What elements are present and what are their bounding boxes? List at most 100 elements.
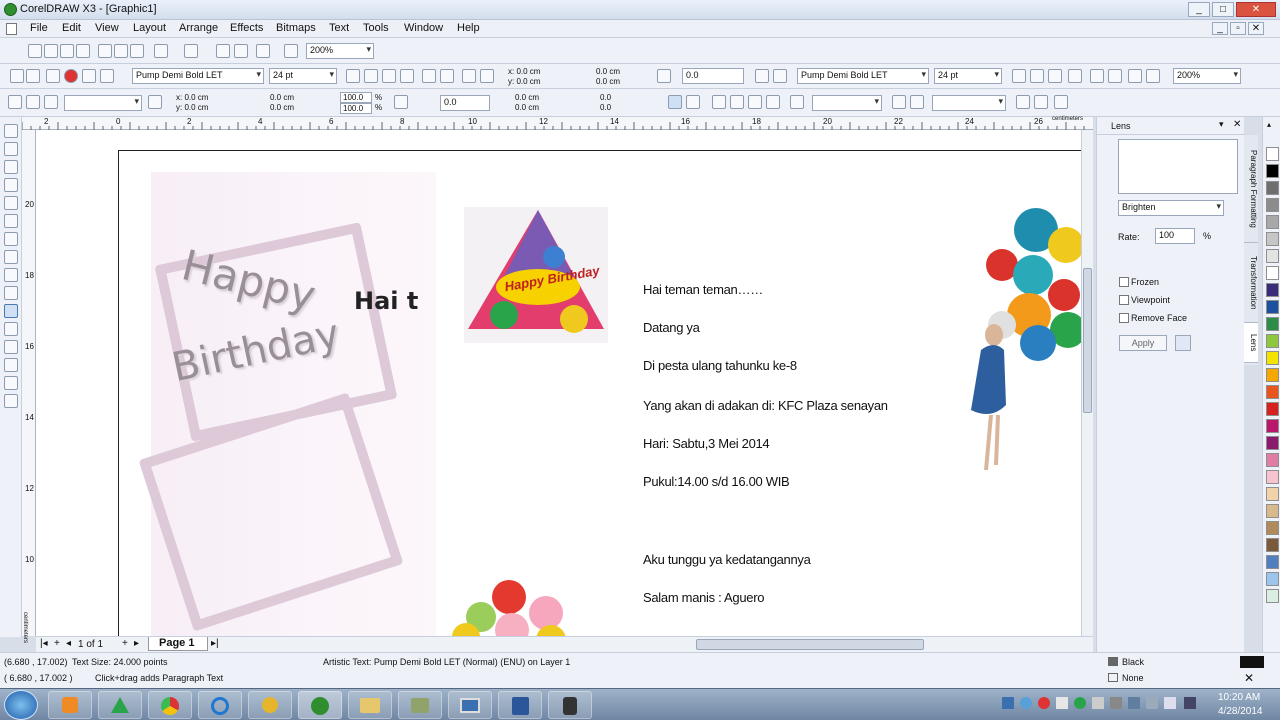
outline-icon[interactable] bbox=[686, 95, 700, 109]
last-page-button[interactable]: ▸| bbox=[211, 638, 219, 649]
coreldraw-app-icon[interactable] bbox=[4, 3, 17, 16]
font-size-select-2[interactable]: 24 pt bbox=[934, 68, 1002, 84]
color-swatch[interactable] bbox=[1266, 419, 1279, 433]
balloon-cluster-image[interactable] bbox=[446, 575, 576, 636]
lock-scale-icon[interactable] bbox=[394, 95, 408, 109]
italic-icon[interactable] bbox=[364, 69, 378, 83]
taskbar-chrome[interactable] bbox=[148, 691, 192, 719]
color-swatch[interactable] bbox=[1266, 266, 1279, 280]
taskbar-media-player[interactable] bbox=[48, 691, 92, 719]
lock-icon[interactable] bbox=[1175, 335, 1191, 351]
application-launcher-icon[interactable] bbox=[256, 44, 270, 58]
wireframe-icon[interactable] bbox=[668, 95, 682, 109]
invitation-line[interactable]: Hai teman teman…… bbox=[643, 282, 763, 297]
color-swatch[interactable] bbox=[1266, 589, 1279, 603]
tray-icon[interactable] bbox=[1074, 697, 1086, 709]
redo-icon[interactable] bbox=[184, 44, 198, 58]
doc-minimize-button[interactable]: _ bbox=[1212, 22, 1228, 35]
taskbar-explorer[interactable] bbox=[348, 691, 392, 719]
color-swatch[interactable] bbox=[1266, 334, 1279, 348]
apply-button[interactable]: Apply bbox=[1119, 335, 1167, 351]
color-swatch[interactable] bbox=[1266, 249, 1279, 263]
ellipse-tool-icon[interactable] bbox=[4, 250, 18, 264]
undo-icon[interactable] bbox=[154, 44, 168, 58]
invitation-line[interactable]: Di pesta ulang tahunku ke-8 bbox=[643, 358, 797, 373]
font-list-select[interactable]: Pump Demi Bold LET bbox=[132, 68, 264, 84]
mirror-h-icon[interactable] bbox=[755, 69, 769, 83]
freehand-tool-icon[interactable] bbox=[4, 196, 18, 210]
network-icon[interactable] bbox=[1128, 697, 1140, 709]
edit-icon[interactable] bbox=[46, 69, 60, 83]
zoom-tool-icon[interactable] bbox=[4, 178, 18, 192]
menu-file[interactable]: File bbox=[30, 22, 48, 34]
close-button[interactable]: ✕ bbox=[1236, 2, 1276, 17]
menu-view[interactable]: View bbox=[95, 22, 119, 34]
paste-icon[interactable] bbox=[130, 44, 144, 58]
to-back-icon[interactable] bbox=[1034, 95, 1048, 109]
grid-icon[interactable] bbox=[1054, 95, 1068, 109]
taskbar-word[interactable] bbox=[498, 691, 542, 719]
tab-paragraph-formatting[interactable]: Paragraph Formatting bbox=[1244, 135, 1258, 243]
lens-type-select[interactable]: Brighten bbox=[1118, 200, 1224, 216]
export-icon[interactable] bbox=[234, 44, 248, 58]
to-front-icon[interactable] bbox=[1016, 95, 1030, 109]
menu-arrange[interactable]: Arrange bbox=[179, 22, 218, 34]
color-swatch[interactable] bbox=[1266, 572, 1279, 586]
pick-arrow-icon[interactable] bbox=[10, 69, 24, 83]
color-swatch[interactable] bbox=[1266, 351, 1279, 365]
shape-tool-icon[interactable] bbox=[4, 142, 18, 156]
underline-icon[interactable] bbox=[382, 69, 396, 83]
artistic-text-selected[interactable]: Hai t bbox=[354, 287, 418, 315]
weld-icon[interactable] bbox=[712, 95, 726, 109]
horizontal-ruler[interactable]: 2 0 2 4 6 8 10 12 14 16 18 20 22 24 26 c… bbox=[22, 116, 1093, 130]
properties-icon[interactable] bbox=[892, 95, 906, 109]
invitation-line[interactable]: Salam manis : Aguero bbox=[643, 590, 764, 605]
style-select[interactable] bbox=[932, 95, 1006, 111]
new-icon[interactable] bbox=[28, 44, 42, 58]
tab-transformation[interactable]: Transformation bbox=[1244, 243, 1258, 323]
menu-window[interactable]: Window bbox=[404, 22, 443, 34]
character-format-icon-2[interactable] bbox=[1128, 69, 1142, 83]
convert-icon[interactable] bbox=[790, 95, 804, 109]
zoom-level-select-2[interactable]: 200% bbox=[1173, 68, 1241, 84]
vertical-scrollbar[interactable] bbox=[1081, 130, 1093, 636]
invitation-line[interactable]: Datang ya bbox=[643, 320, 700, 335]
previous-page-button[interactable]: ◂ bbox=[66, 638, 71, 649]
color-swatch[interactable] bbox=[1266, 317, 1279, 331]
rectangle-tool-icon[interactable] bbox=[4, 232, 18, 246]
object-angle-input[interactable]: 0.0 bbox=[440, 95, 490, 111]
italic-icon-2[interactable] bbox=[1030, 69, 1044, 83]
mirror-v-icon[interactable] bbox=[773, 69, 787, 83]
outline-tool-icon[interactable] bbox=[4, 358, 18, 372]
page-size-icon[interactable] bbox=[8, 95, 22, 109]
color-swatch[interactable] bbox=[1266, 198, 1279, 212]
drawing-canvas[interactable]: Happy Birthday Hai t Happy Birthday Hai … bbox=[36, 130, 1081, 636]
color-swatch[interactable] bbox=[1266, 538, 1279, 552]
rate-input[interactable]: 100 bbox=[1155, 228, 1195, 244]
taskbar-corel-capture[interactable] bbox=[98, 691, 142, 719]
drop-cap-icon-2[interactable] bbox=[1108, 69, 1122, 83]
simplify-icon[interactable] bbox=[766, 95, 780, 109]
palette-scroll-up-icon[interactable]: ▴ bbox=[1267, 120, 1271, 129]
invitation-line[interactable]: Aku tunggu ya kedatangannya bbox=[643, 552, 811, 567]
corel-online-icon[interactable] bbox=[284, 44, 298, 58]
horizontal-scrollbar[interactable]: |◂ + ◂ 1 of 1 + ▸ Page 1 ▸| bbox=[36, 636, 1093, 652]
taskbar-keys[interactable] bbox=[248, 691, 292, 719]
vertical-scroll-thumb[interactable] bbox=[1083, 268, 1092, 413]
taskbar-notes[interactable] bbox=[398, 691, 442, 719]
tab-lens[interactable]: Lens bbox=[1244, 323, 1258, 363]
eyedropper-tool-icon[interactable] bbox=[4, 340, 18, 354]
layout-icon[interactable] bbox=[44, 95, 58, 109]
add-page-after-button[interactable]: + bbox=[122, 638, 128, 649]
doc-restore-button[interactable]: ▫ bbox=[1230, 22, 1246, 35]
color-swatch[interactable] bbox=[1266, 453, 1279, 467]
menu-effects[interactable]: Effects bbox=[230, 22, 263, 34]
intersect-icon[interactable] bbox=[748, 95, 762, 109]
color-swatch[interactable] bbox=[1266, 215, 1279, 229]
color-swatch[interactable] bbox=[1266, 555, 1279, 569]
docker-close-icon[interactable]: ✕ bbox=[1233, 119, 1241, 130]
bold-icon-2[interactable] bbox=[1012, 69, 1026, 83]
interactive-fill-tool-icon[interactable] bbox=[4, 394, 18, 408]
next-page-button[interactable]: ▸ bbox=[134, 638, 139, 649]
clock-date[interactable]: 4/28/2014 bbox=[1218, 706, 1263, 717]
